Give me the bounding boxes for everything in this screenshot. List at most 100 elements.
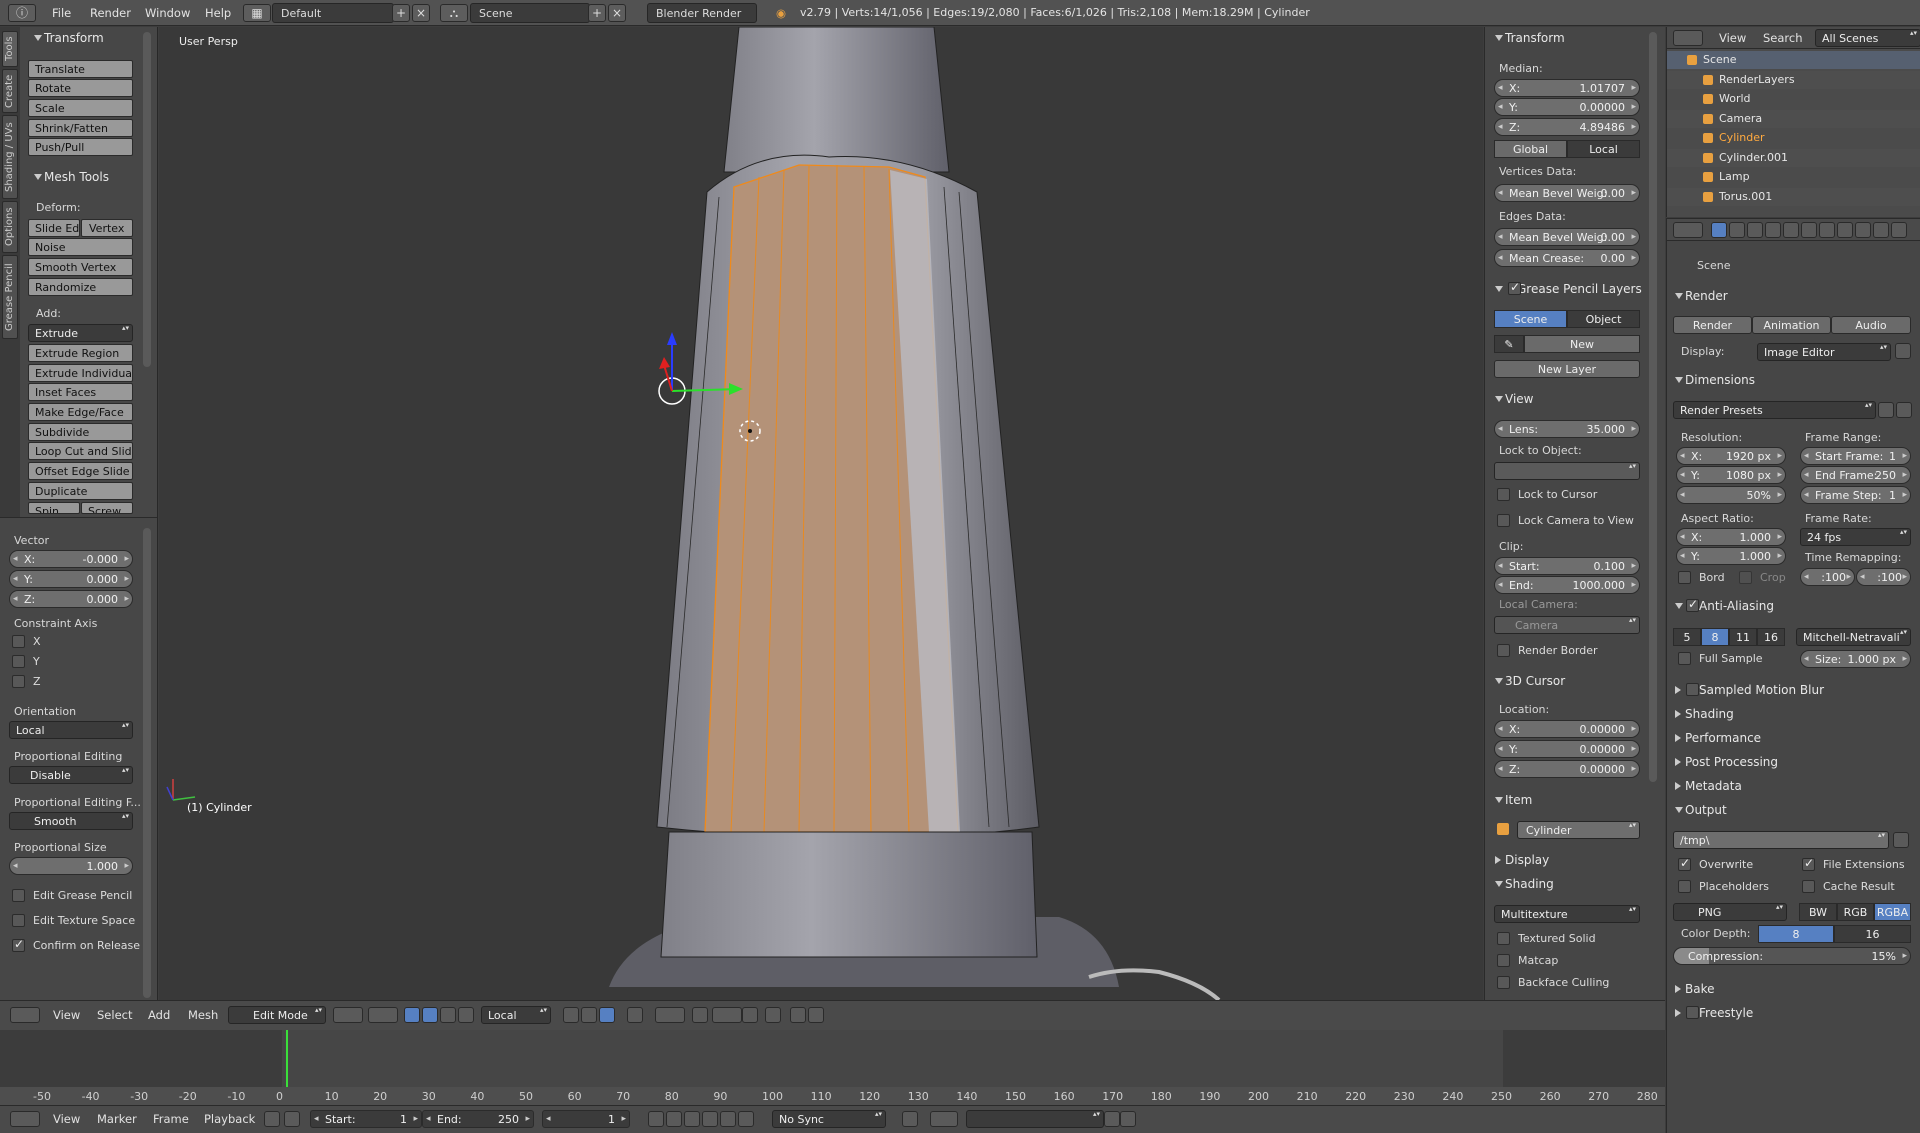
jump-end-icon[interactable] [738, 1111, 754, 1127]
vector-y-field[interactable]: Y:0.000 [9, 570, 133, 588]
orientation-dropdown[interactable]: Local [9, 721, 133, 739]
clip-start-field[interactable]: Start:0.100 [1494, 557, 1640, 575]
vector-x-field[interactable]: X:-0.000 [9, 550, 133, 568]
slide-vertex-button[interactable]: Vertex [81, 219, 133, 237]
outliner-menu-search[interactable]: Search [1763, 31, 1803, 45]
outliner-item[interactable]: Cylinder [1667, 129, 1920, 147]
lock-range-icon[interactable] [284, 1111, 300, 1127]
dimensions-header[interactable]: Dimensions [1673, 371, 1755, 389]
outliner-item[interactable]: Scene [1667, 51, 1920, 69]
cache-result-checkbox[interactable] [1802, 880, 1815, 893]
scene-icon[interactable]: ⛬ [440, 4, 468, 22]
record-icon[interactable] [902, 1111, 918, 1127]
delete-keyframe-icon[interactable] [1120, 1111, 1136, 1127]
depth-16-button[interactable]: 16 [1834, 925, 1911, 943]
mode-dropdown[interactable]: Edit Mode [228, 1006, 326, 1024]
extrude-dropdown[interactable]: Extrude [28, 324, 133, 342]
add-scene-icon[interactable]: + [588, 4, 606, 22]
render-tab-icon[interactable] [1711, 222, 1727, 238]
transform-panel-header[interactable]: Transform [32, 29, 104, 47]
aspect-y-field[interactable]: Y:1.000 [1676, 547, 1786, 565]
texture-tab-icon[interactable] [1873, 222, 1889, 238]
keying-set-icon[interactable] [930, 1111, 958, 1127]
render-engine-select[interactable]: Blender Render [647, 3, 757, 23]
matcap-checkbox[interactable] [1497, 954, 1510, 967]
start-frame-field[interactable]: Start:1 [310, 1110, 422, 1128]
global-button[interactable]: Global [1494, 140, 1567, 158]
frame-step-prop[interactable]: Frame Step:1 [1800, 486, 1911, 504]
median-x-field[interactable]: X:1.01707 [1494, 79, 1640, 97]
gp-datablock-icon[interactable]: ✎ [1494, 335, 1524, 353]
item-name-field[interactable]: Cylinder [1517, 821, 1640, 839]
mesh-tools-panel-header[interactable]: Mesh Tools [32, 168, 109, 186]
current-frame-line[interactable] [286, 1030, 288, 1093]
resolution-percentage-slider[interactable]: 50% [1676, 486, 1786, 504]
depth-8-button[interactable]: 8 [1758, 925, 1834, 943]
median-y-field[interactable]: Y:0.00000 [1494, 98, 1640, 116]
render-border-checkbox[interactable] [1497, 644, 1510, 657]
shading-panel-header[interactable]: Shading [1673, 705, 1734, 723]
compression-slider[interactable]: Compression:15% [1673, 947, 1911, 965]
scale-manipulator-icon[interactable] [458, 1007, 474, 1023]
clip-end-field[interactable]: End:1000.000 [1494, 576, 1640, 594]
constraints-tab-icon[interactable] [1801, 222, 1817, 238]
preview-range-icon[interactable] [264, 1111, 280, 1127]
full-sample-checkbox[interactable] [1678, 652, 1691, 665]
3d-cursor-header[interactable]: 3D Cursor [1493, 672, 1565, 690]
edit-texture-space-checkbox[interactable] [12, 914, 25, 927]
make-edge-face-button[interactable]: Make Edge/Face [28, 403, 133, 421]
remove-screen-icon[interactable]: × [412, 4, 430, 22]
median-z-field[interactable]: Z:4.89486 [1494, 118, 1640, 136]
resolution-x-field[interactable]: X:1920 px [1676, 447, 1786, 465]
translate-button[interactable]: Translate [28, 60, 133, 78]
tool-shelf-scrollbar[interactable] [143, 32, 151, 367]
aspect-x-field[interactable]: X:1.000 [1676, 528, 1786, 546]
scene-field[interactable]: Scene [470, 3, 590, 23]
material-tab-icon[interactable] [1855, 222, 1871, 238]
audio-button[interactable]: Audio [1831, 316, 1911, 334]
properties-editor-type-icon[interactable] [1673, 222, 1703, 238]
viewport-menu-add[interactable]: Add [148, 1008, 170, 1022]
inset-faces-button[interactable]: Inset Faces [28, 383, 133, 401]
mean-crease-field[interactable]: Mean Crease:0.00 [1494, 249, 1640, 267]
push-pull-button[interactable]: Push/Pull [28, 138, 133, 156]
aa-filter-dropdown[interactable]: Mitchell-Netravali [1796, 628, 1911, 646]
lock-camera-checkbox[interactable] [1497, 514, 1510, 527]
extrude-region-button[interactable]: Extrude Region [28, 344, 133, 362]
noise-button[interactable]: Noise [28, 238, 133, 256]
screen-layout-field[interactable]: Default [272, 3, 394, 23]
object-tab-icon[interactable] [1783, 222, 1799, 238]
render-icon[interactable] [765, 1007, 781, 1023]
timeline-menu-frame[interactable]: Frame [153, 1112, 189, 1126]
next-keyframe-icon[interactable] [720, 1111, 736, 1127]
redo-panel-scrollbar[interactable] [143, 528, 151, 998]
edge-bevel-weight-field[interactable]: Mean Bevel Weig:0.00 [1494, 228, 1640, 246]
scene-tab-icon[interactable] [1747, 222, 1763, 238]
vector-z-field[interactable]: Z:0.000 [9, 590, 133, 608]
performance-header[interactable]: Performance [1673, 729, 1761, 747]
menu-help[interactable]: Help [205, 3, 231, 23]
timeline-menu-playback[interactable]: Playback [204, 1112, 255, 1126]
manipulator-icon[interactable] [404, 1007, 420, 1023]
post-processing-header[interactable]: Post Processing [1673, 753, 1778, 771]
x-axis-head[interactable] [659, 357, 670, 369]
sidebar-scrollbar[interactable] [1649, 32, 1657, 782]
placeholders-checkbox[interactable] [1678, 880, 1691, 893]
menu-render[interactable]: Render [90, 3, 131, 23]
render-presets-dropdown[interactable]: Render Presets [1673, 401, 1876, 419]
backface-culling-checkbox[interactable] [1497, 976, 1510, 989]
textured-solid-checkbox[interactable] [1497, 932, 1510, 945]
output-path-field[interactable]: /tmp\ [1673, 831, 1889, 849]
lens-field[interactable]: Lens:35.000 [1494, 420, 1640, 438]
sync-mode-dropdown[interactable]: No Sync [772, 1110, 886, 1128]
spin-button[interactable]: Spin [28, 502, 80, 514]
tab-tools[interactable]: Tools [2, 31, 18, 67]
grease-pencil-checkbox[interactable] [1508, 280, 1521, 295]
crop-checkbox[interactable] [1739, 571, 1752, 584]
cursor-y-field[interactable]: Y:0.00000 [1494, 740, 1640, 758]
timeline-editor[interactable]: -50 -40 -30 -20 -10 0 10 20 30 40 50 60 70 80 90 100 110… [0, 1030, 1665, 1105]
outliner-editor-type-icon[interactable] [1673, 30, 1703, 46]
outliner-display-mode[interactable]: All Scenes [1815, 29, 1920, 47]
tab-create[interactable]: Create [2, 69, 18, 113]
lock-to-cursor-checkbox[interactable] [1497, 488, 1510, 501]
